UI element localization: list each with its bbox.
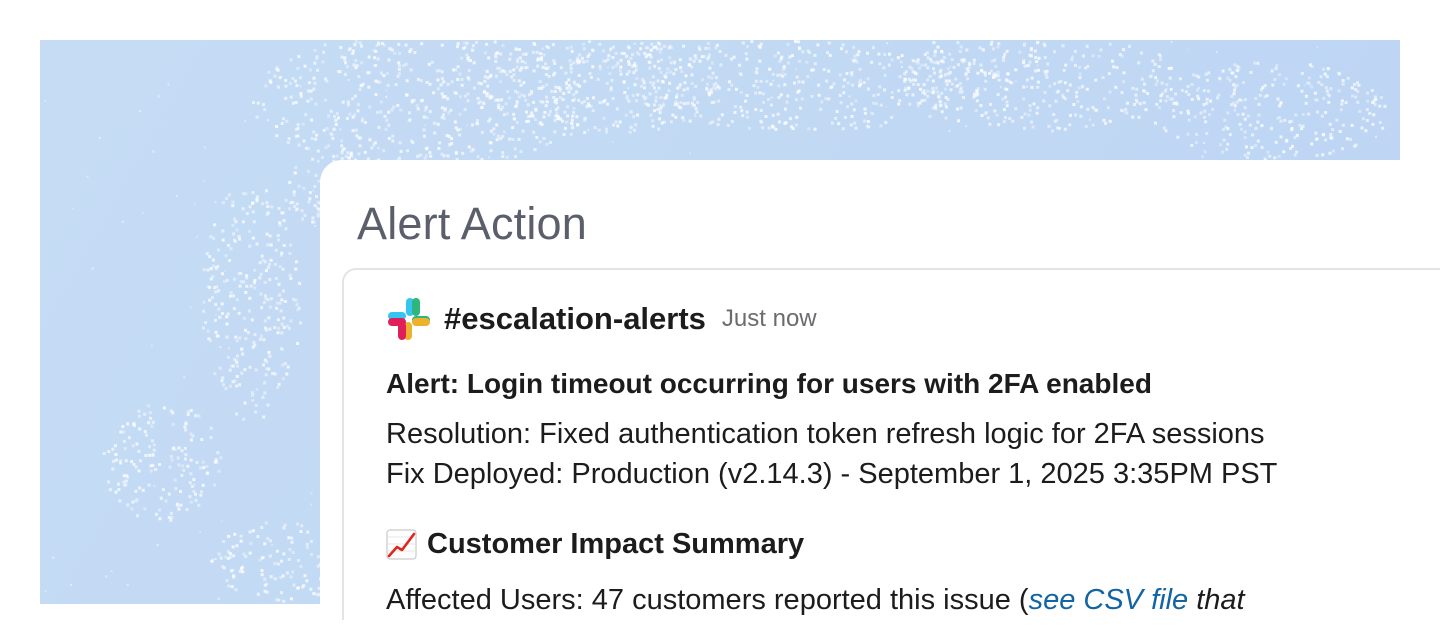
slack-logo-icon <box>388 298 430 340</box>
csv-file-link[interactable]: see CSV file <box>1029 584 1189 616</box>
affected-users-text: Affected Users: 47 customers reported th… <box>386 584 1245 617</box>
message-timestamp: Just now <box>721 305 817 332</box>
channel-name[interactable]: #escalation-alerts <box>444 301 706 337</box>
alert-title: Alert: Login timeout occurring for users… <box>386 368 1152 399</box>
slack-message-card: #escalation-alerts Just now Alert: Login… <box>342 268 1440 620</box>
impact-summary-heading: Customer Impact Summary <box>386 528 804 561</box>
resolution-text: Resolution: Fixed authentication token r… <box>386 418 1265 450</box>
affected-suffix: that <box>1188 584 1245 616</box>
panel-title: Alert Action <box>357 198 588 249</box>
alert-action-panel: Alert Action #escalation-alerts Just now… <box>320 160 1440 620</box>
deployment-text: Fix Deployed: Production (v2.14.3) - Sep… <box>386 458 1278 490</box>
summary-heading-text: Customer Impact Summary <box>427 528 805 560</box>
chart-increasing-icon <box>386 529 417 560</box>
affected-prefix: Affected Users: 47 customers reported th… <box>386 584 1029 616</box>
message-header: #escalation-alerts Just now <box>386 296 817 342</box>
